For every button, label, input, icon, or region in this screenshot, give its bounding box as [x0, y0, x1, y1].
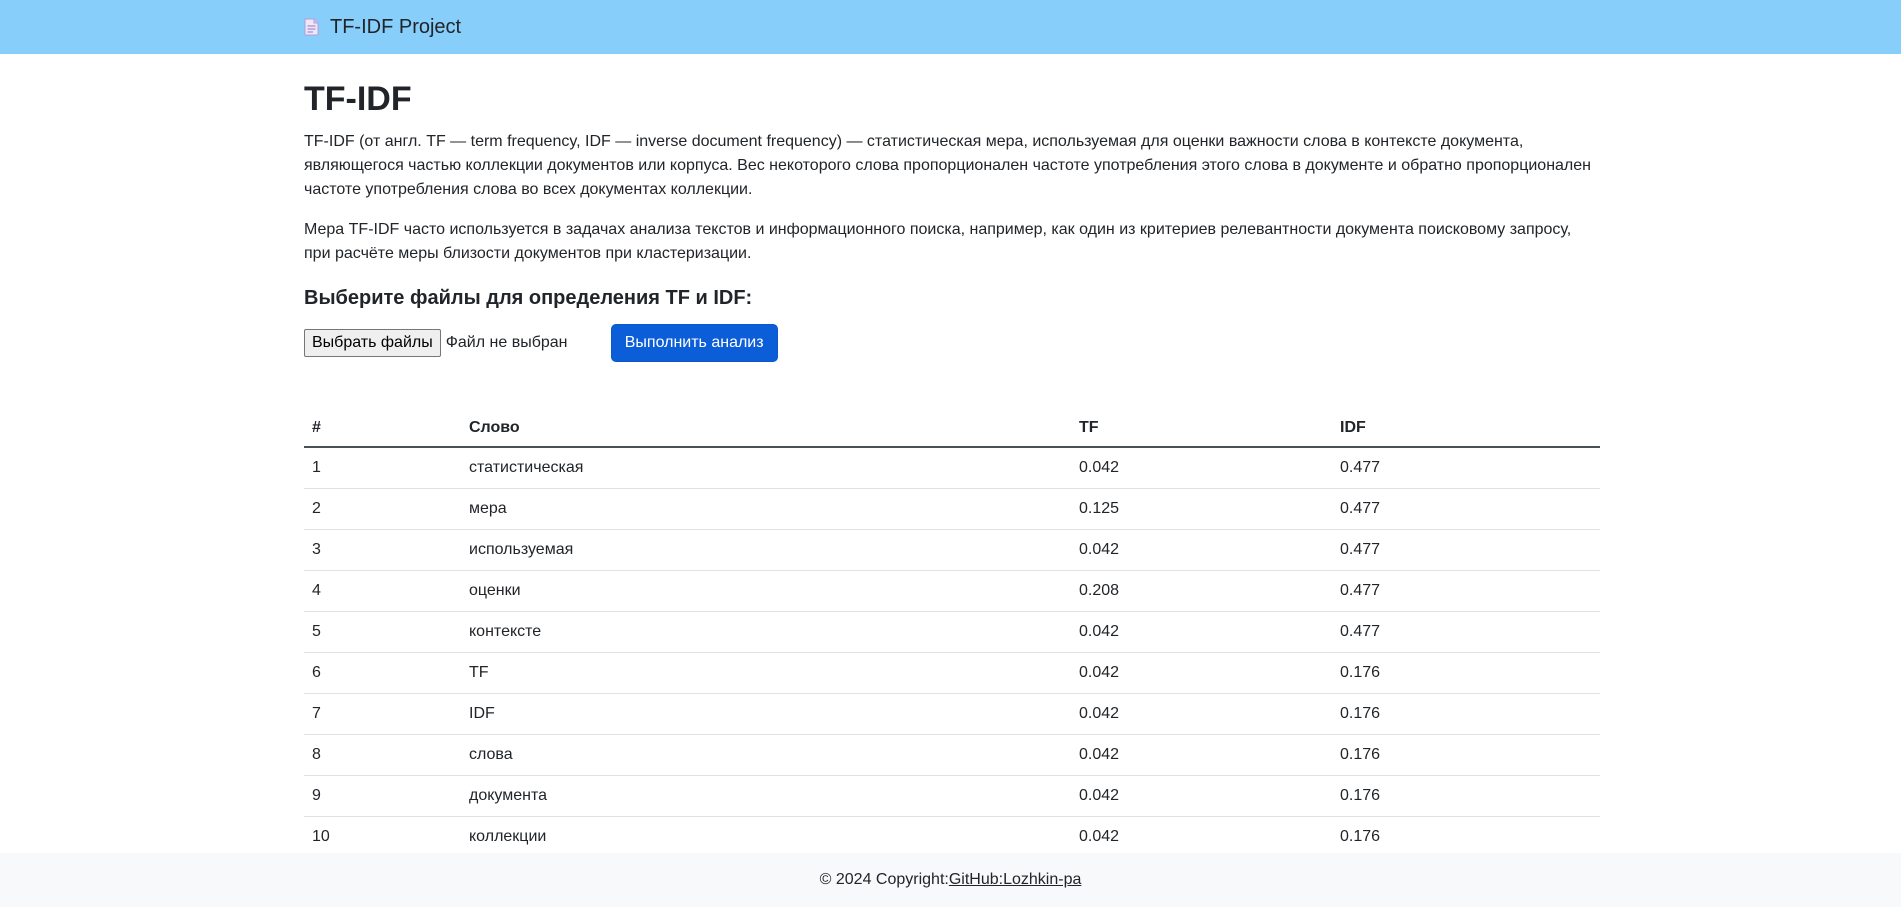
footer: © 2024 Copyright: GitHub:Lozhkin-pa [0, 853, 1901, 907]
header-word: Слово [461, 409, 1071, 448]
cell-word: используемая [461, 529, 1071, 571]
table-row: 10 коллекции 0.042 0.176 [304, 816, 1600, 858]
table-row: 3 используемая 0.042 0.477 [304, 529, 1600, 571]
github-link[interactable]: GitHub:Lozhkin-pa [949, 871, 1082, 889]
table-row: 4 оценки 0.208 0.477 [304, 570, 1600, 612]
cell-word: IDF [461, 693, 1071, 735]
cell-idf: 0.477 [1332, 529, 1600, 571]
file-status: Файл не выбран [445, 333, 568, 351]
cell-tf: 0.042 [1071, 693, 1332, 735]
header-number: # [304, 409, 461, 448]
table-row: 7 IDF 0.042 0.176 [304, 693, 1600, 735]
run-analysis-button[interactable]: Выполнить анализ [610, 323, 778, 362]
cell-number: 1 [304, 446, 461, 489]
cell-word: слова [461, 734, 1071, 776]
cell-number: 8 [304, 734, 461, 776]
form-heading: Выберите файлы для определения TF и IDF: [304, 286, 753, 309]
cell-tf: 0.208 [1071, 570, 1332, 612]
cell-number: 4 [304, 570, 461, 612]
cell-word: статистическая [461, 446, 1071, 489]
navbar: TF-IDF Project [0, 0, 1901, 54]
cell-word: мера [461, 488, 1071, 530]
cell-tf: 0.042 [1071, 611, 1332, 653]
cell-number: 7 [304, 693, 461, 735]
cell-number: 3 [304, 529, 461, 571]
cell-tf: 0.042 [1071, 529, 1332, 571]
cell-number: 6 [304, 652, 461, 694]
cell-idf: 0.176 [1332, 693, 1600, 735]
table-row: 1 статистическая 0.042 0.477 [304, 446, 1600, 489]
table-row: 6 TF 0.042 0.176 [304, 652, 1600, 694]
table-row: 9 документа 0.042 0.176 [304, 775, 1600, 817]
cell-word: коллекции [461, 816, 1071, 858]
cell-tf: 0.042 [1071, 816, 1332, 858]
cell-idf: 0.477 [1332, 570, 1600, 612]
document-icon [304, 18, 319, 36]
table-row: 2 мера 0.125 0.477 [304, 488, 1600, 530]
header-idf: IDF [1332, 409, 1600, 448]
cell-number: 9 [304, 775, 461, 817]
header-tf: TF [1071, 409, 1332, 448]
cell-tf: 0.125 [1071, 488, 1332, 530]
cell-idf: 0.176 [1332, 775, 1600, 817]
table-header-row: # Слово TF IDF [304, 409, 1600, 448]
page-title: TF-IDF [304, 80, 412, 118]
cell-word: контексте [461, 611, 1071, 653]
cell-idf: 0.176 [1332, 734, 1600, 776]
cell-word: оценки [461, 570, 1071, 612]
cell-word: TF [461, 652, 1071, 694]
cell-number: 5 [304, 611, 461, 653]
cell-word: документа [461, 775, 1071, 817]
table-row: 5 контексте 0.042 0.477 [304, 611, 1600, 653]
cell-idf: 0.477 [1332, 488, 1600, 530]
cell-idf: 0.176 [1332, 652, 1600, 694]
cell-tf: 0.042 [1071, 446, 1332, 489]
cell-tf: 0.042 [1071, 652, 1332, 694]
cell-tf: 0.042 [1071, 775, 1332, 817]
cell-idf: 0.477 [1332, 611, 1600, 653]
results-table: # Слово TF IDF 1 статистическая 0.042 0.… [304, 409, 1600, 858]
cell-idf: 0.477 [1332, 446, 1600, 489]
usage-paragraph: Мера TF-IDF часто используется в задачах… [304, 220, 1572, 262]
copyright-text: © 2024 Copyright: [819, 871, 949, 888]
upload-form: Выбрать файлы Файл не выбран Выполнить а… [304, 323, 1600, 362]
cell-idf: 0.176 [1332, 816, 1600, 858]
cell-number: 10 [304, 816, 461, 858]
intro-paragraph: TF-IDF (от англ. TF — term frequency, ID… [304, 132, 1591, 198]
choose-files-button[interactable]: Выбрать файлы [304, 328, 441, 357]
cell-tf: 0.042 [1071, 734, 1332, 776]
main-content: TF-IDF TF-IDF (от англ. TF — term freque… [304, 54, 1600, 858]
brand-label: TF-IDF Project [330, 15, 462, 38]
brand-link[interactable]: TF-IDF Project [304, 16, 1600, 39]
cell-number: 2 [304, 488, 461, 530]
table-row: 8 слова 0.042 0.176 [304, 734, 1600, 776]
